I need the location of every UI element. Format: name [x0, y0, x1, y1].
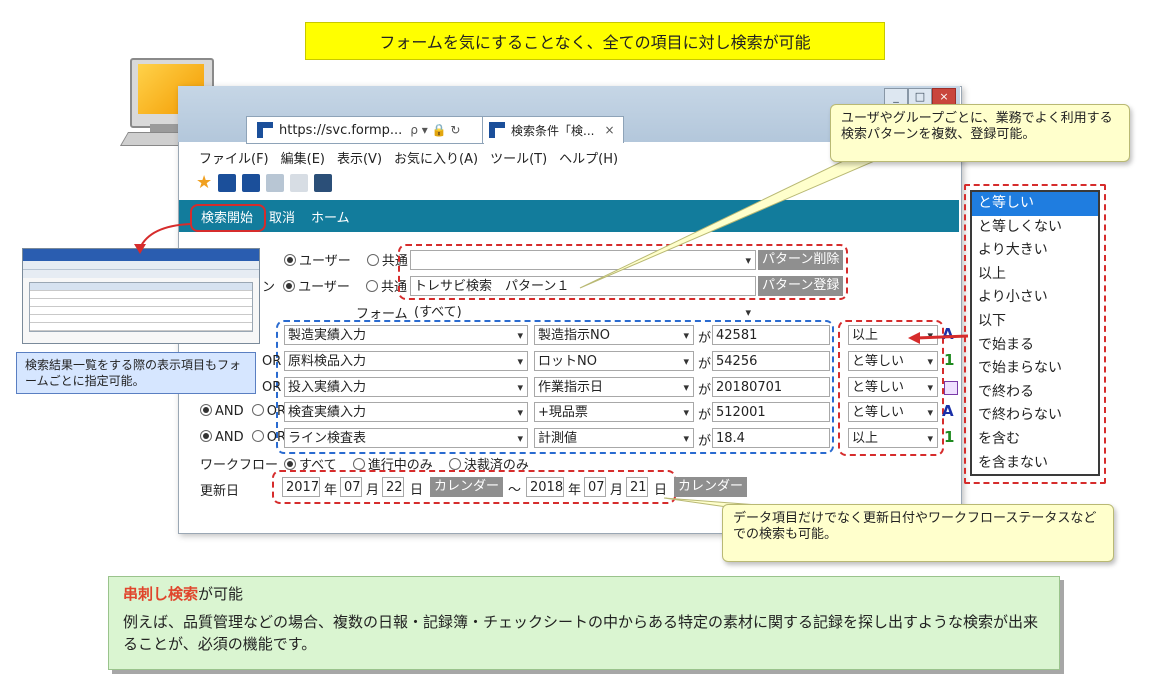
- pattern-callout-pointer: [579, 149, 901, 289]
- summary-title-emphasis: 串刺し検索: [123, 585, 199, 603]
- arrow-head-icon: [134, 244, 146, 254]
- operator-option[interactable]: で終わる: [972, 381, 1098, 405]
- operator-option[interactable]: 以上: [972, 263, 1098, 287]
- summary-title: 串刺し検索が可能: [123, 583, 1045, 605]
- operator-dropdown-list: と等しい と等しくない より大きい 以上 より小さい 以下 で始まる で始まらな…: [970, 190, 1100, 476]
- operator-option[interactable]: と等しくない: [972, 216, 1098, 240]
- arrow-to-operator: [915, 334, 969, 340]
- arrow-head-icon: [908, 332, 920, 344]
- arrow-to-thumbnail: [139, 223, 191, 249]
- operator-option[interactable]: で終わらない: [972, 404, 1098, 428]
- summary-title-rest: が可能: [198, 585, 244, 603]
- pattern-callout-text: ユーザやグループごとに、業務でよく利用する検索パターンを複数、登録可能。: [841, 111, 1113, 142]
- operator-option[interactable]: を含まない: [972, 452, 1098, 476]
- operator-option[interactable]: で始まる: [972, 334, 1098, 358]
- operator-option[interactable]: で始まらない: [972, 357, 1098, 381]
- date-callout-text: データ項目だけでなく更新日付やワークフローステータスなどでの検索も可能。: [733, 511, 1097, 542]
- operator-option[interactable]: より小さい: [972, 286, 1098, 310]
- summary-box: 串刺し検索が可能 例えば、品質管理などの場合、複数の日報・記録簿・チェックシート…: [108, 576, 1060, 670]
- operator-option[interactable]: と等しい: [972, 192, 1098, 216]
- operator-option[interactable]: を含む: [972, 428, 1098, 452]
- summary-body: 例えば、品質管理などの場合、複数の日報・記録簿・チェックシートの中からある特定の…: [123, 613, 1039, 653]
- pattern-callout: ユーザやグループごとに、業務でよく利用する検索パターンを複数、登録可能。: [830, 104, 1130, 162]
- operator-option[interactable]: 以下: [972, 310, 1098, 334]
- operator-option[interactable]: より大きい: [972, 239, 1098, 263]
- date-callout: データ項目だけでなく更新日付やワークフローステータスなどでの検索も可能。: [722, 504, 1114, 562]
